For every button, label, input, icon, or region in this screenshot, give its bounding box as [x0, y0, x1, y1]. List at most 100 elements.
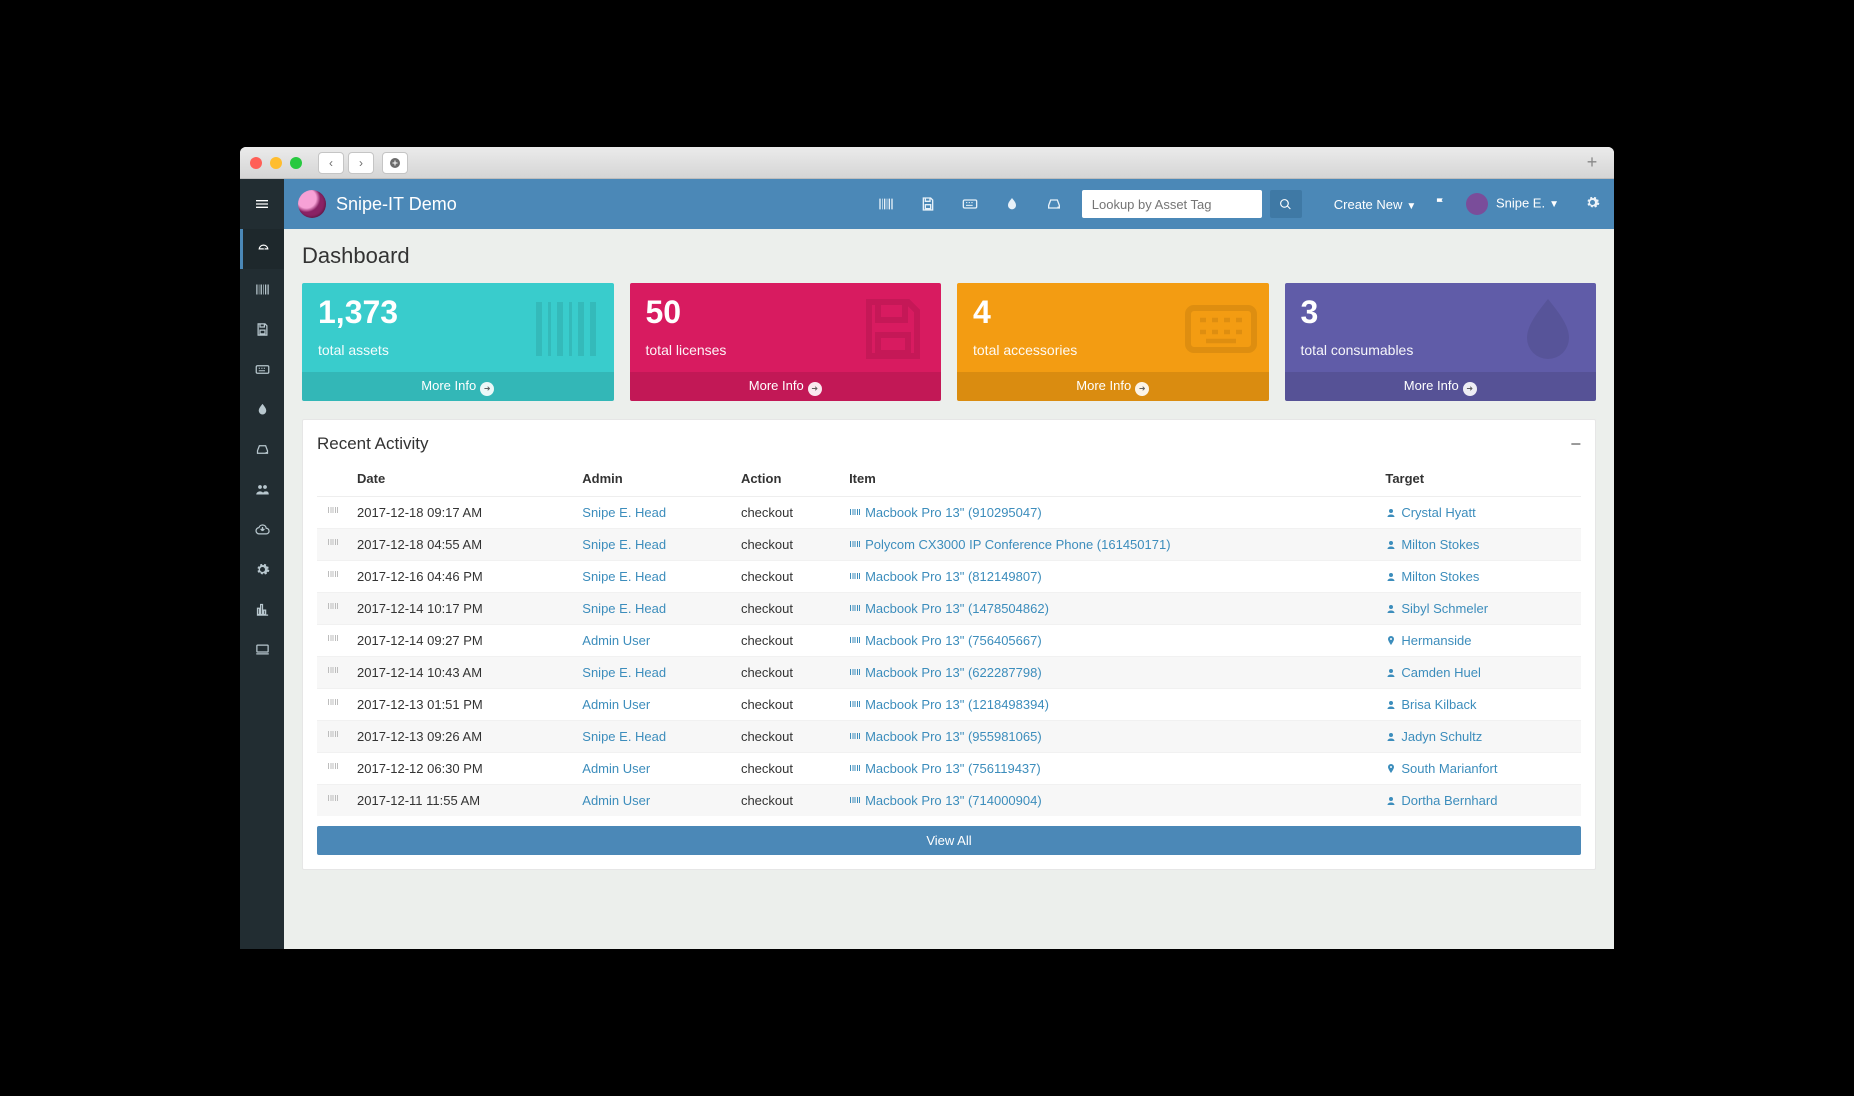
target-link[interactable]: Milton Stokes	[1401, 569, 1479, 584]
user-icon	[1385, 569, 1397, 584]
admin-link[interactable]: Snipe E. Head	[582, 601, 666, 616]
stat-card-accessories[interactable]: 4 total accessories More Info	[957, 283, 1269, 401]
table-row: 2017-12-18 09:17 AMSnipe E. Headcheckout…	[317, 496, 1581, 528]
map-pin-icon	[1385, 633, 1397, 648]
admin-link[interactable]: Admin User	[582, 761, 650, 776]
cell-action: checkout	[733, 624, 841, 656]
top-navbar: Snipe-IT Demo Create New▼	[240, 179, 1614, 229]
stat-more-link[interactable]: More Info	[630, 372, 942, 401]
item-link[interactable]: Macbook Pro 13" (622287798)	[865, 665, 1042, 680]
sidebar-item-components[interactable]	[240, 429, 284, 469]
cell-date: 2017-12-18 04:55 AM	[349, 528, 574, 560]
item-link[interactable]: Macbook Pro 13" (756405667)	[865, 633, 1042, 648]
cell-action: checkout	[733, 688, 841, 720]
sidebar-item-consumables[interactable]	[240, 389, 284, 429]
sidebar-item-accessories[interactable]	[240, 349, 284, 389]
settings-gears-icon[interactable]	[1585, 195, 1600, 213]
brand[interactable]: Snipe-IT Demo	[284, 190, 471, 218]
target-link[interactable]: Crystal Hyatt	[1401, 505, 1475, 520]
target-link[interactable]: Dortha Bernhard	[1401, 793, 1497, 808]
caret-down-icon: ▼	[1406, 201, 1416, 212]
target-link[interactable]: Hermanside	[1401, 633, 1471, 648]
col-item: Item	[841, 461, 1377, 497]
close-window-button[interactable]	[250, 157, 262, 169]
stat-card-licenses[interactable]: 50 total licenses More Info	[630, 283, 942, 401]
back-button[interactable]: ‹	[318, 152, 344, 174]
save-icon[interactable]	[920, 196, 936, 212]
toolbar-add-button[interactable]	[382, 152, 408, 174]
item-link[interactable]: Macbook Pro 13" (1478504862)	[865, 601, 1049, 616]
item-link[interactable]: Macbook Pro 13" (714000904)	[865, 793, 1042, 808]
stat-more-link[interactable]: More Info	[957, 372, 1269, 401]
target-link[interactable]: Camden Huel	[1401, 665, 1481, 680]
forward-button[interactable]: ›	[348, 152, 374, 174]
item-link[interactable]: Macbook Pro 13" (955981065)	[865, 729, 1042, 744]
search-button[interactable]	[1270, 190, 1302, 218]
target-link[interactable]: Milton Stokes	[1401, 537, 1479, 552]
item-link[interactable]: Macbook Pro 13" (910295047)	[865, 505, 1042, 520]
stat-card-assets[interactable]: 1,373 total assets More Info	[302, 283, 614, 401]
save-icon	[857, 293, 929, 370]
collapse-button[interactable]: −	[1570, 434, 1581, 455]
table-row: 2017-12-18 04:55 AMSnipe E. Headcheckout…	[317, 528, 1581, 560]
barcode-icon	[849, 601, 861, 616]
stat-cards-row: 1,373 total assets More Info 50 total li…	[302, 283, 1596, 401]
new-tab-button[interactable]: +	[1580, 152, 1604, 174]
stat-more-link[interactable]: More Info	[302, 372, 614, 401]
item-link[interactable]: Polycom CX3000 IP Conference Phone (1614…	[865, 537, 1170, 552]
hdd-icon[interactable]	[1046, 196, 1062, 212]
sidebar-toggle-button[interactable]	[240, 179, 284, 229]
item-link[interactable]: Macbook Pro 13" (812149807)	[865, 569, 1042, 584]
cell-date: 2017-12-13 09:26 AM	[349, 720, 574, 752]
create-new-dropdown[interactable]: Create New▼	[1334, 197, 1417, 212]
barcode-icon	[317, 528, 349, 560]
barcode-icon	[849, 793, 861, 808]
item-link[interactable]: Macbook Pro 13" (1218498394)	[865, 697, 1049, 712]
sidebar-item-people[interactable]	[240, 469, 284, 509]
admin-link[interactable]: Admin User	[582, 697, 650, 712]
keyboard-icon[interactable]	[962, 196, 978, 212]
admin-link[interactable]: Admin User	[582, 793, 650, 808]
flag-icon[interactable]	[1434, 196, 1448, 213]
cell-action: checkout	[733, 752, 841, 784]
target-link[interactable]: Brisa Kilback	[1401, 697, 1476, 712]
target-link[interactable]: Sibyl Schmeler	[1401, 601, 1488, 616]
minimize-window-button[interactable]	[270, 157, 282, 169]
cell-date: 2017-12-18 09:17 AM	[349, 496, 574, 528]
cell-date: 2017-12-16 04:46 PM	[349, 560, 574, 592]
tint-icon[interactable]	[1004, 196, 1020, 212]
user-icon	[1385, 601, 1397, 616]
table-row: 2017-12-12 06:30 PMAdmin UsercheckoutMac…	[317, 752, 1581, 784]
admin-link[interactable]: Snipe E. Head	[582, 729, 666, 744]
barcode-icon	[849, 665, 861, 680]
target-link[interactable]: Jadyn Schultz	[1401, 729, 1482, 744]
user-icon	[1385, 729, 1397, 744]
barcode-icon	[317, 560, 349, 592]
sidebar-item-requestable[interactable]	[240, 629, 284, 669]
asset-search-input[interactable]	[1082, 190, 1262, 218]
stat-more-link[interactable]: More Info	[1285, 372, 1597, 401]
sidebar-item-reports[interactable]	[240, 589, 284, 629]
admin-link[interactable]: Snipe E. Head	[582, 505, 666, 520]
user-icon	[1385, 537, 1397, 552]
maximize-window-button[interactable]	[290, 157, 302, 169]
admin-link[interactable]: Admin User	[582, 633, 650, 648]
sidebar-item-assets[interactable]	[240, 269, 284, 309]
user-icon	[1385, 665, 1397, 680]
barcode-icon	[849, 505, 861, 520]
admin-link[interactable]: Snipe E. Head	[582, 537, 666, 552]
admin-link[interactable]: Snipe E. Head	[582, 569, 666, 584]
user-menu[interactable]: Snipe E.▼	[1466, 193, 1559, 215]
barcode-icon[interactable]	[878, 196, 894, 212]
sidebar-item-settings[interactable]	[240, 549, 284, 589]
view-all-button[interactable]: View All	[317, 826, 1581, 855]
sidebar-item-licenses[interactable]	[240, 309, 284, 349]
sidebar-item-dashboard[interactable]	[240, 229, 284, 269]
stat-card-consumables[interactable]: 3 total consumables More Info	[1285, 283, 1597, 401]
item-link[interactable]: Macbook Pro 13" (756119437)	[865, 761, 1041, 776]
admin-link[interactable]: Snipe E. Head	[582, 665, 666, 680]
target-link[interactable]: South Marianfort	[1401, 761, 1497, 776]
barcode-icon	[317, 784, 349, 816]
barcode-icon	[849, 633, 861, 648]
sidebar-item-import[interactable]	[240, 509, 284, 549]
